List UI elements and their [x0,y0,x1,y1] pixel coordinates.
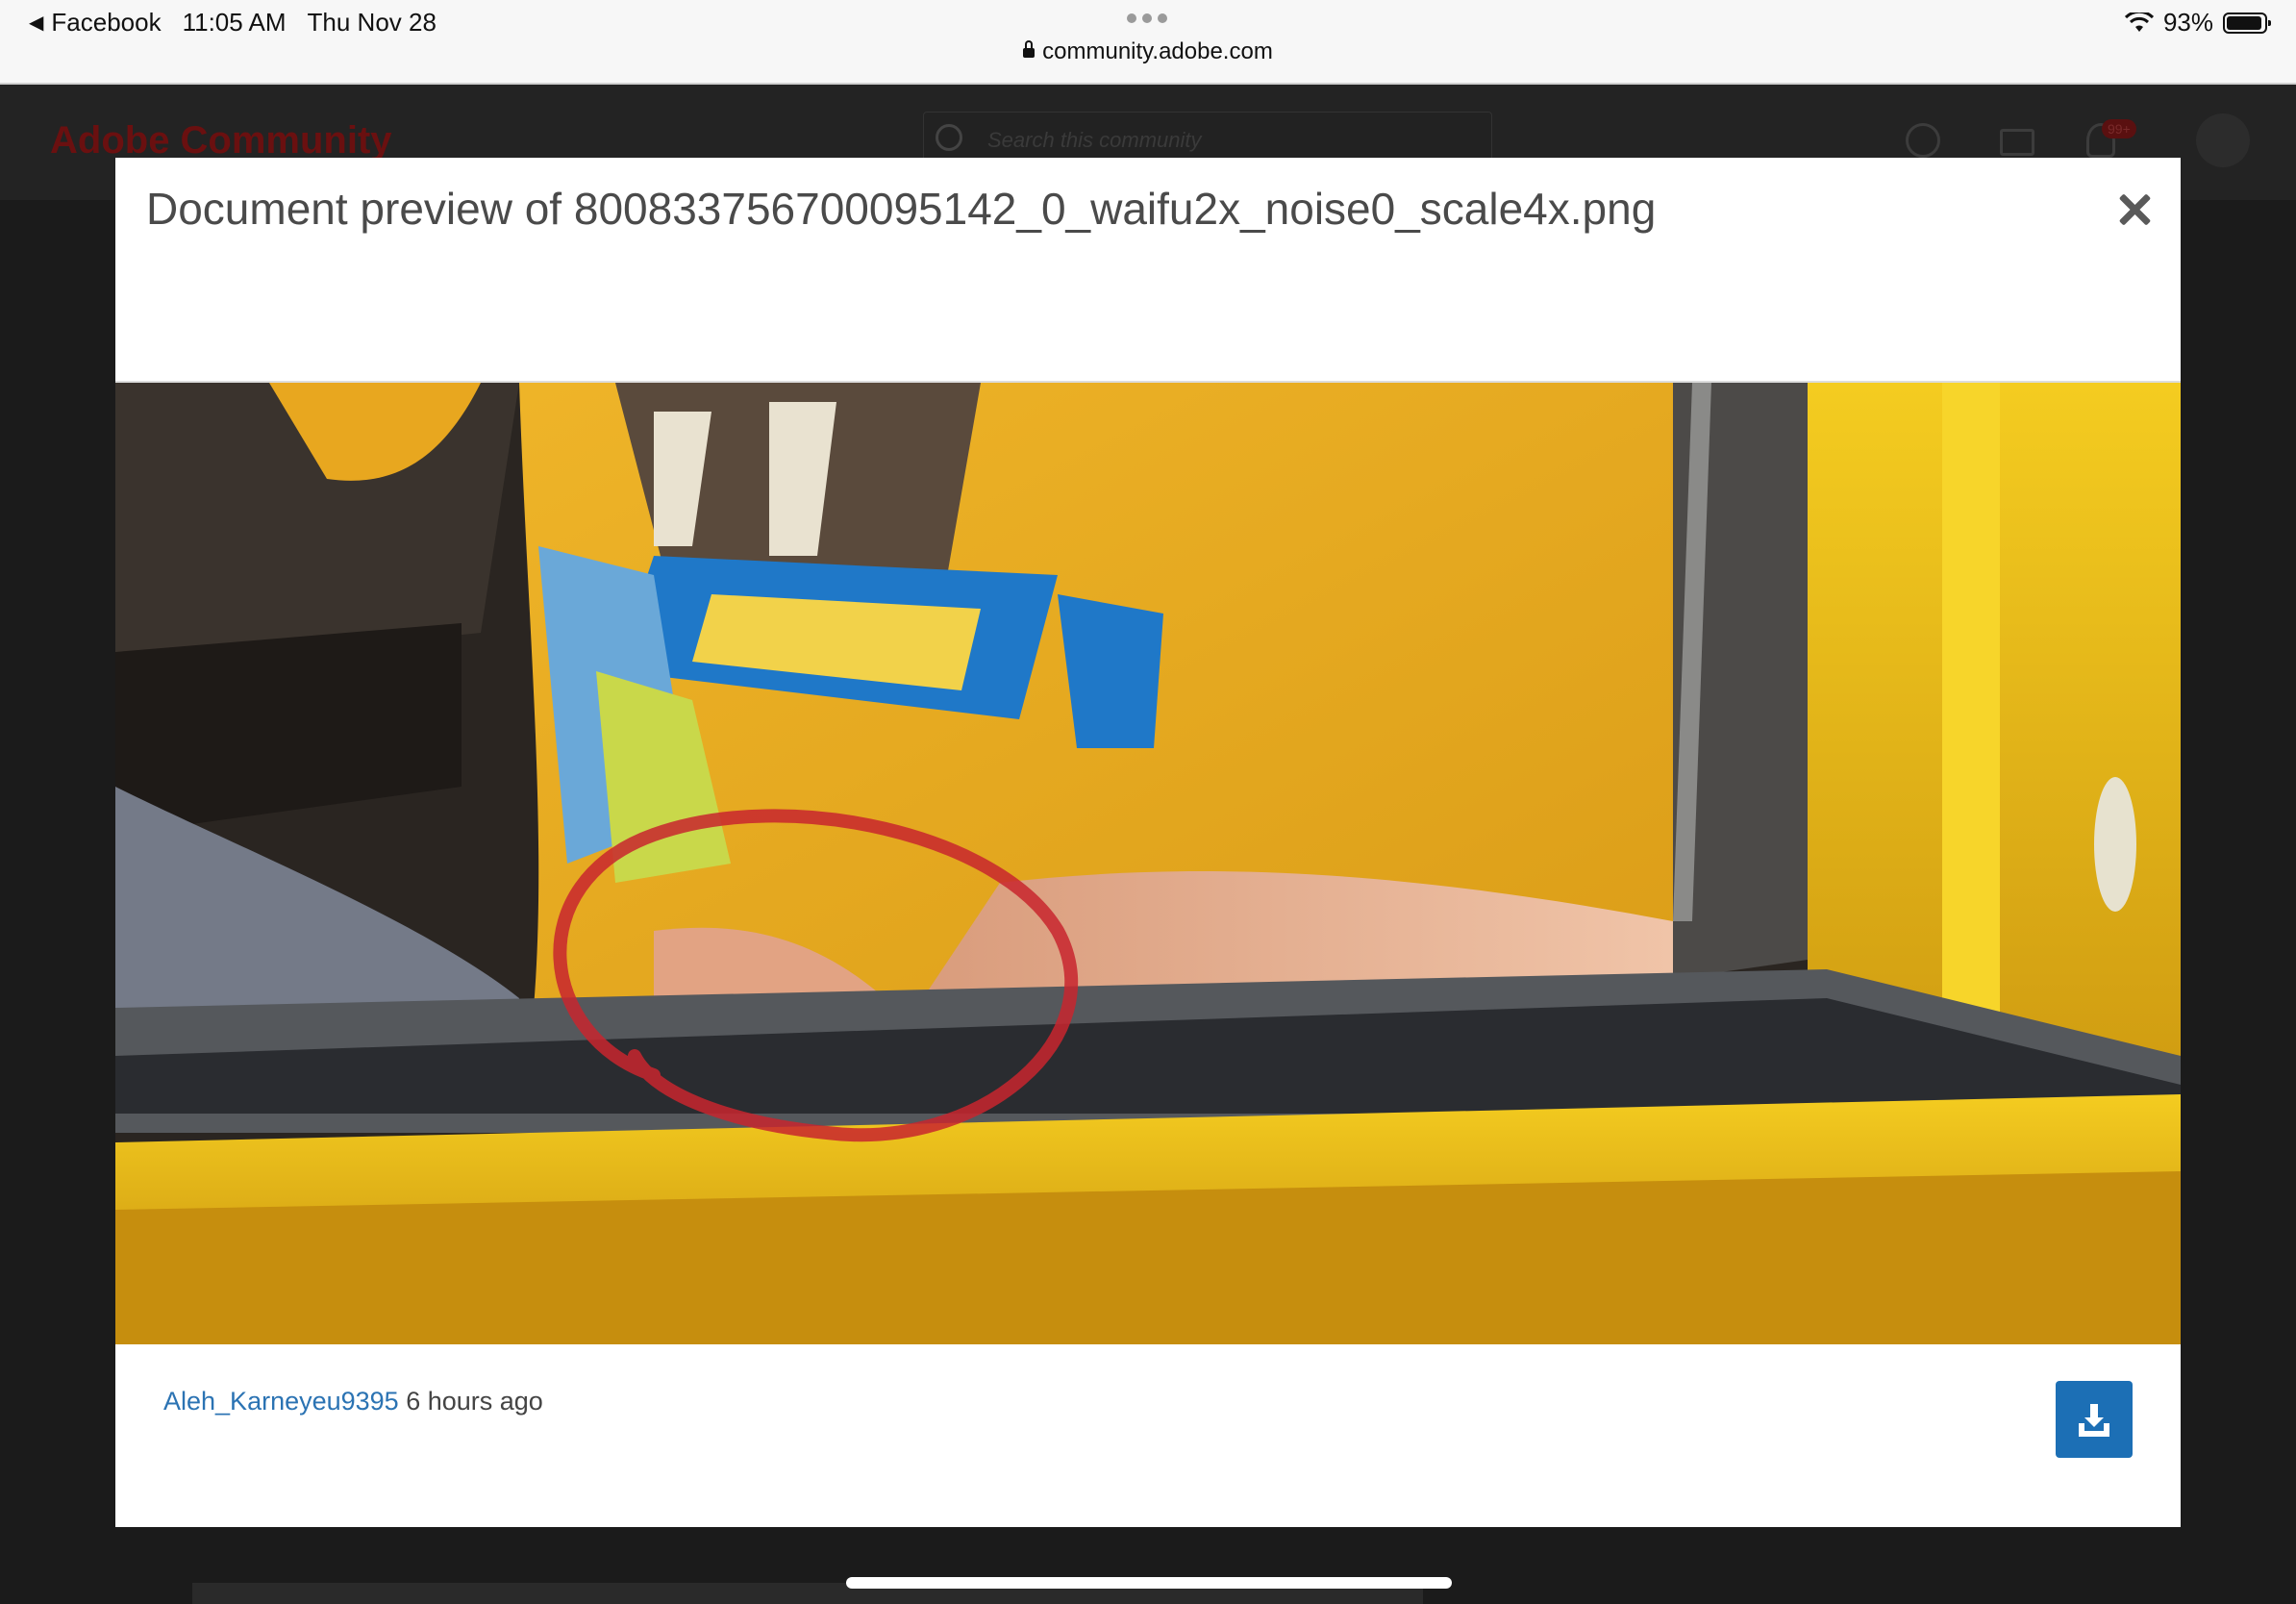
back-to-app-link[interactable]: Facebook [51,8,161,38]
home-indicator [846,1577,1452,1589]
download-button[interactable] [2056,1381,2133,1458]
status-bar: ◀ Facebook 11:05 AM Thu Nov 28 community… [0,0,2296,85]
battery-percent: 93% [2162,8,2213,37]
notification-badge: 99+ [2102,119,2136,138]
image-preview [115,381,2181,1344]
status-right: 93% [2124,8,2271,38]
mail-icon [2000,129,2034,156]
preview-meta: Aleh_Karneyeu9395 6 hours ago [163,1387,543,1416]
status-left: ◀ Facebook 11:05 AM Thu Nov 28 [29,8,437,38]
battery-icon [2223,12,2271,34]
search-icon [936,124,962,151]
status-time: 11:05 AM [182,8,287,37]
address-bar[interactable]: community.adobe.com [0,38,2296,65]
preview-photo [115,383,2181,1344]
globe-icon [1906,123,1940,158]
lock-icon [1023,40,1036,58]
back-arrow-icon[interactable]: ◀ [29,11,43,35]
document-preview-modal: Document preview of 800833756700095142_0… [115,158,2181,1527]
status-date: Thu Nov 28 [307,8,437,37]
modal-title: Document preview of 800833756700095142_0… [146,184,1657,234]
author-link[interactable]: Aleh_Karneyeu9395 [163,1387,399,1416]
close-icon[interactable] [2115,190,2154,229]
download-icon [2079,1404,2109,1437]
avatar [2196,113,2250,167]
url-text: community.adobe.com [1042,38,1273,64]
background-search-placeholder: Search this community [987,128,1202,152]
background-brand-logo: Adobe Community [50,119,392,162]
multitasking-dots-icon[interactable] [1127,13,1167,23]
post-timestamp: 6 hours ago [406,1387,543,1416]
wifi-icon [2124,12,2154,32]
